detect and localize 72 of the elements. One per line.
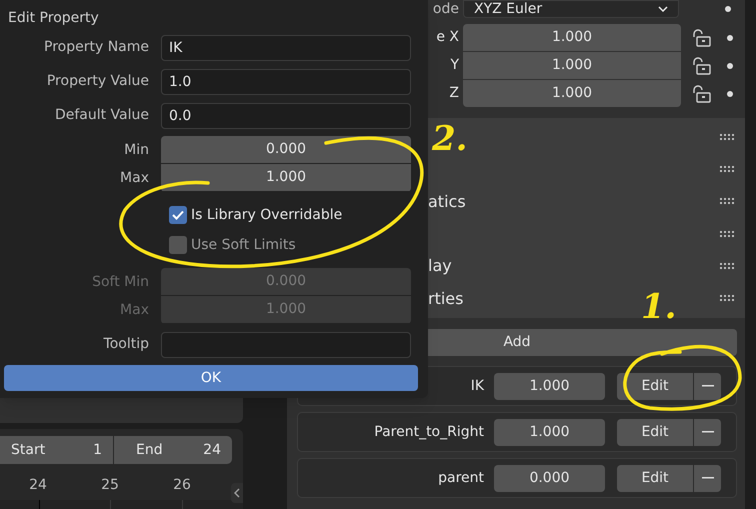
ok-button[interactable]: OK [4, 365, 418, 391]
minus-icon [702, 385, 714, 387]
panel-header-title[interactable]: atics [428, 190, 466, 214]
rotation-mode-dropdown[interactable]: XYZ Euler [463, 0, 679, 18]
annotation-number: 1. [641, 287, 676, 327]
value-field[interactable]: 1.000 [494, 418, 605, 446]
minus-icon [702, 431, 714, 433]
remove-button[interactable] [694, 464, 721, 492]
dialog-title: Edit Property [7, 9, 99, 28]
drag-handle-icon[interactable] [720, 262, 735, 270]
soft-min-field: 0.000 [161, 268, 411, 295]
panel-header-title[interactable]: rties [428, 286, 464, 311]
chevron-down-icon [658, 6, 668, 12]
checkbox-label: Is Library Overridable [191, 206, 342, 224]
edit-button[interactable]: Edit [617, 418, 693, 446]
scale-field[interactable]: 1.000 [463, 24, 681, 51]
padlock-icon[interactable] [692, 56, 712, 74]
field-value: 24 [203, 440, 221, 460]
checkmark-icon [172, 210, 184, 220]
drag-handle-icon[interactable] [720, 166, 735, 173]
field-label: Property Name [44, 39, 149, 55]
value-field[interactable]: 0.000 [494, 464, 605, 492]
field-label: Start [11, 440, 46, 460]
collapse-button[interactable] [231, 483, 243, 503]
annotation-number: 2. [432, 119, 468, 159]
start-frame-field[interactable]: Start 1 [0, 436, 113, 464]
field-label: ode [432, 0, 459, 16]
drag-handle-icon[interactable] [720, 198, 735, 206]
checkbox[interactable] [169, 206, 187, 224]
field-label: Soft Min [92, 274, 149, 290]
field-label: Y [450, 57, 459, 73]
field-label: End [136, 440, 163, 460]
remove-button[interactable] [694, 418, 721, 446]
field-value: 1 [93, 440, 102, 460]
panel-header-title[interactable]: lay [428, 254, 452, 278]
frame-number: 26 [173, 476, 191, 492]
padlock-icon[interactable] [692, 28, 712, 46]
property-name: parent [438, 470, 484, 486]
field-label: e X [436, 29, 459, 45]
text-field[interactable]: 1.0 [161, 68, 411, 94]
field-label: Tooltip [104, 336, 149, 352]
frame-number: 24 [29, 476, 47, 492]
end-frame-field[interactable]: End 24 [114, 436, 232, 464]
field-label: Min [124, 142, 149, 158]
frame-number: 25 [101, 476, 119, 492]
chevron-left-icon [234, 488, 240, 498]
padlock-icon[interactable] [692, 84, 712, 102]
drag-handle-icon[interactable] [720, 134, 735, 141]
drag-handle-icon[interactable] [720, 295, 735, 302]
value-field[interactable]: 1.000 [494, 372, 605, 400]
remove-button[interactable] [694, 372, 721, 400]
field-label: Max [120, 302, 149, 318]
edit-button[interactable]: Edit [617, 372, 693, 400]
field-label: Z [449, 85, 459, 101]
checkbox-label: Use Soft Limits [191, 236, 296, 254]
field-label: Property Value [46, 73, 149, 89]
checkbox[interactable] [169, 236, 187, 254]
max-field[interactable]: 1.000 [161, 164, 411, 191]
tooltip-field[interactable] [161, 332, 411, 358]
property-name: IK [470, 378, 484, 394]
scale-field[interactable]: 1.000 [463, 80, 681, 107]
min-field[interactable]: 0.000 [161, 136, 411, 163]
property-name: Parent_to_Right [374, 424, 484, 440]
text-field[interactable]: IK [161, 34, 411, 60]
field-label: Max [120, 170, 149, 186]
minus-icon [702, 477, 714, 479]
drag-handle-icon[interactable] [720, 230, 735, 238]
soft-max-field: 1.000 [161, 296, 411, 323]
field-label: Default Value [54, 107, 149, 123]
scale-field[interactable]: 1.000 [463, 52, 681, 79]
edit-button[interactable]: Edit [617, 464, 693, 492]
text-field[interactable]: 0.0 [161, 102, 411, 128]
